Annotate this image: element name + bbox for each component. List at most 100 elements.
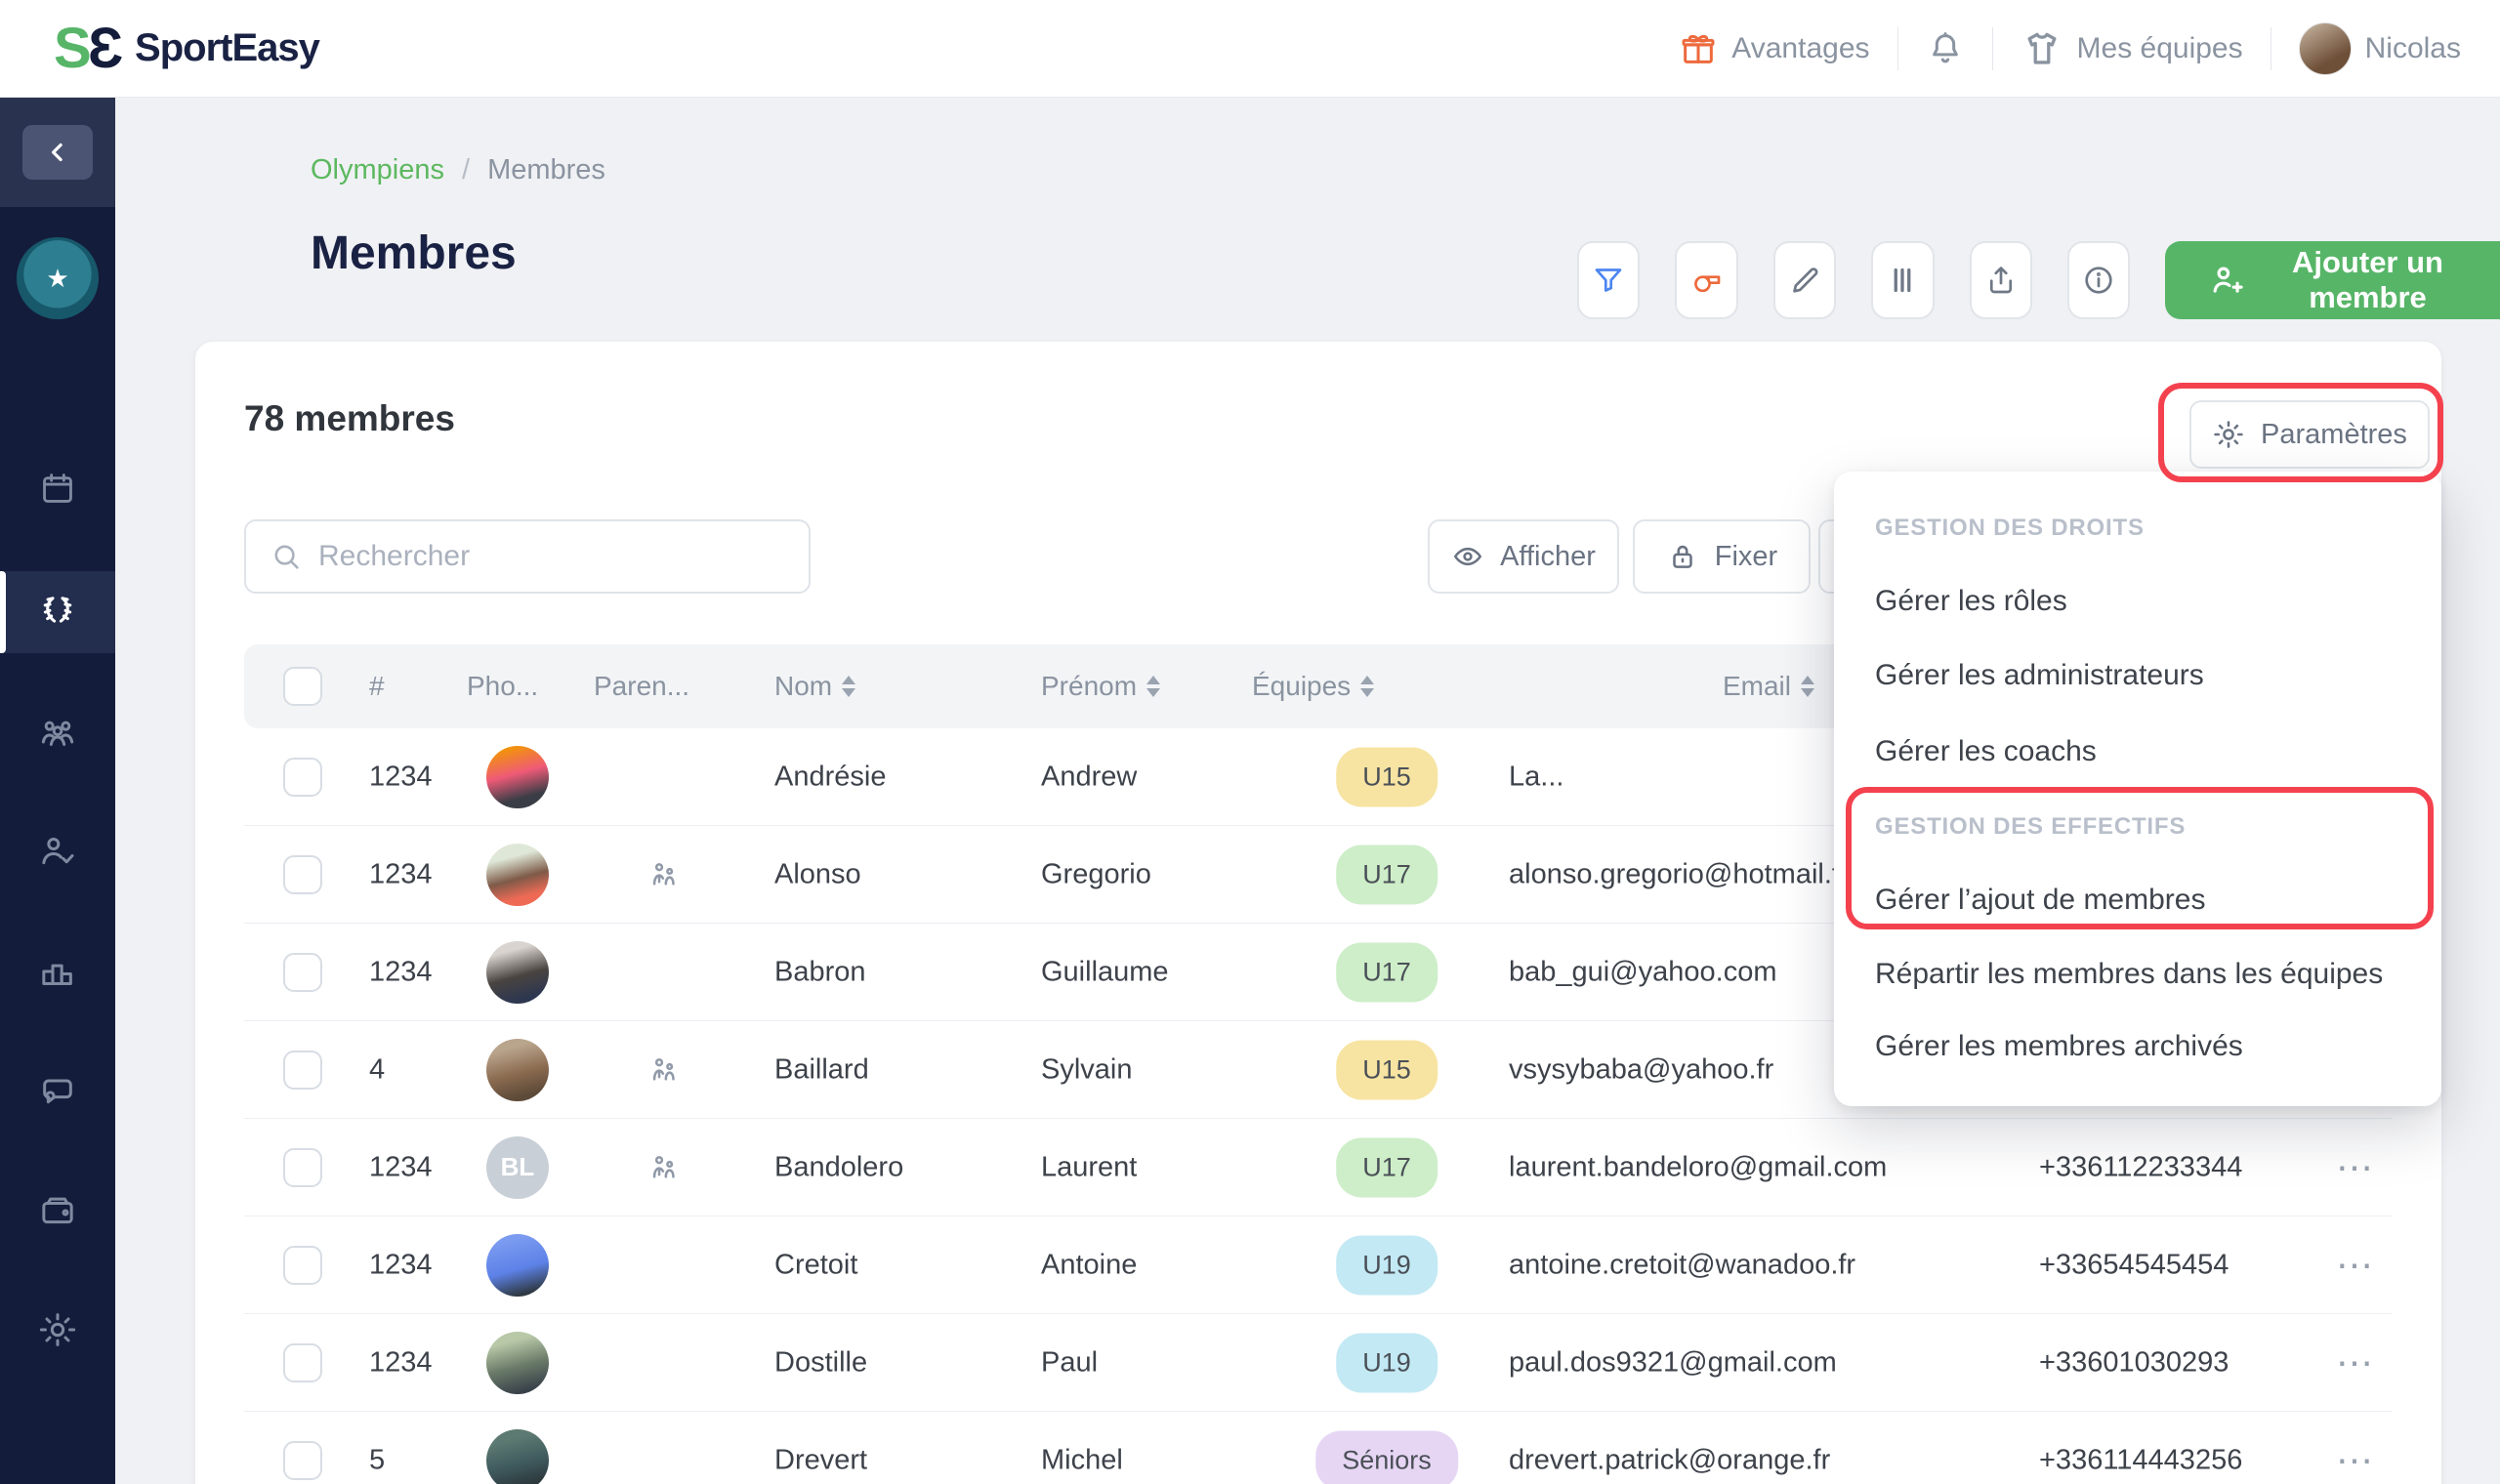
filter-button[interactable] xyxy=(1577,241,1640,319)
row-checkbox[interactable] xyxy=(283,758,322,797)
gift-icon xyxy=(1679,29,1718,68)
team-badge: U19 xyxy=(1336,1333,1438,1392)
gear-icon xyxy=(38,1310,77,1349)
brand-mark-s: S xyxy=(54,16,88,81)
avantages-link[interactable]: Avantages xyxy=(1679,29,1869,68)
table-row[interactable]: 1234 Dostille Paul U19 paul.dos9321@gmai… xyxy=(244,1314,2393,1412)
calendar-icon xyxy=(39,470,76,507)
header-email-sort[interactable]: Email xyxy=(1509,671,1814,702)
email: vsysybaba@yahoo.fr xyxy=(1509,1053,1773,1086)
sort-icon xyxy=(1801,676,1814,697)
club-logo[interactable]: ★ xyxy=(17,237,99,319)
search-box xyxy=(244,519,811,594)
brand-mark-e: Ɛ xyxy=(88,16,119,81)
avatar xyxy=(486,1039,549,1101)
search-input[interactable] xyxy=(318,540,785,573)
columns-button[interactable] xyxy=(1871,241,1934,319)
users-icon xyxy=(38,713,77,752)
first-name: Sylvain xyxy=(1041,1053,1133,1086)
last-name: Dostille xyxy=(774,1346,867,1379)
sidebar-item-members[interactable] xyxy=(0,571,115,653)
header-prenom-sort[interactable]: Prénom xyxy=(1041,671,1160,702)
divider xyxy=(1992,27,1993,70)
collapse-sidebar-button[interactable] xyxy=(22,125,93,180)
table-row[interactable]: 5 Drevert Michel Séniors drevert.patrick… xyxy=(244,1412,2393,1484)
team-badge: U15 xyxy=(1336,1040,1438,1099)
sidebar-top xyxy=(0,98,115,207)
fixer-button[interactable]: Fixer xyxy=(1633,519,1811,594)
header-nom-sort[interactable]: Nom xyxy=(774,671,855,702)
table-row[interactable]: 1234 BL Bandolero Laurent U17 laurent.ba… xyxy=(244,1119,2393,1216)
header-equipes-sort[interactable]: Équipes xyxy=(1252,671,1374,702)
brand-logo[interactable]: SƐ SportEasy xyxy=(54,16,319,81)
email: La... xyxy=(1509,761,1563,793)
table-row[interactable]: 1234 Cretoit Antoine U19 antoine.cretoit… xyxy=(244,1216,2393,1314)
breadcrumb-club-link[interactable]: Olympiens xyxy=(311,154,444,186)
menu-item[interactable]: Gérer les administrateurs xyxy=(1875,656,2412,695)
menu-item[interactable]: Répartir les membres dans les équipes xyxy=(1875,955,2412,994)
user-add-icon xyxy=(2208,262,2245,299)
laurel-icon xyxy=(38,593,77,632)
funnel-icon xyxy=(1591,263,1626,298)
row-actions-button[interactable]: ⋯ xyxy=(2336,1145,2373,1189)
menu-item[interactable]: Gérer les coachs xyxy=(1875,732,2412,771)
divider xyxy=(1897,27,1898,70)
avatar: BL xyxy=(486,1136,549,1199)
sidebar-item-calendar[interactable] xyxy=(0,447,115,529)
row-actions-button[interactable]: ⋯ xyxy=(2336,1340,2373,1384)
row-number: 1234 xyxy=(369,1151,433,1183)
members-count: 78 membres xyxy=(244,398,455,439)
afficher-button[interactable]: Afficher xyxy=(1428,519,1619,594)
first-name: Michel xyxy=(1041,1444,1123,1476)
team-badge: U15 xyxy=(1336,747,1438,806)
brand-mark: SƐ xyxy=(54,16,119,81)
parent-icon xyxy=(647,1053,681,1087)
first-name: Paul xyxy=(1041,1346,1098,1379)
mes-equipes-link[interactable]: Mes équipes xyxy=(2021,27,2243,70)
row-checkbox[interactable] xyxy=(283,1246,322,1285)
first-name: Andrew xyxy=(1041,761,1137,793)
user-avatar xyxy=(2299,22,2352,75)
select-all-checkbox[interactable] xyxy=(283,667,322,706)
row-checkbox[interactable] xyxy=(283,1148,322,1187)
row-checkbox[interactable] xyxy=(283,1441,322,1480)
menu-item[interactable]: Gérer les membres archivés xyxy=(1875,1027,2412,1066)
row-checkbox[interactable] xyxy=(283,1051,322,1090)
sidebar-item-messages[interactable] xyxy=(0,1050,115,1132)
row-checkbox[interactable] xyxy=(283,1343,322,1382)
user-name: Nicolas xyxy=(2365,32,2461,65)
parent-icon xyxy=(647,1151,681,1184)
menu-item[interactable]: Gérer les rôles xyxy=(1875,582,2412,621)
row-actions-button[interactable]: ⋯ xyxy=(2336,1438,2373,1482)
first-name: Guillaume xyxy=(1041,956,1169,988)
row-number: 1234 xyxy=(369,1346,433,1379)
jersey-icon xyxy=(2021,27,2063,70)
menu-item[interactable]: Gérer l’ajout de membres xyxy=(1875,881,2412,920)
parametres-dropdown-menu: GESTION DES DROITS Gérer les rôles Gérer l… xyxy=(1834,472,2441,1106)
last-name: Bandolero xyxy=(774,1151,903,1183)
export-button[interactable] xyxy=(1970,241,2032,319)
sidebar-item-teams[interactable] xyxy=(0,691,115,773)
last-name: Drevert xyxy=(774,1444,867,1476)
sidebar-item-coaching[interactable] xyxy=(0,810,115,892)
edit-button[interactable] xyxy=(1773,241,1836,319)
menu-section-header: GESTION DES DROITS xyxy=(1875,509,2412,548)
info-button[interactable] xyxy=(2067,241,2130,319)
whistle-button[interactable] xyxy=(1675,241,1737,319)
row-checkbox[interactable] xyxy=(283,855,322,894)
sidebar-item-settings[interactable] xyxy=(0,1289,115,1371)
brand-name: SportEasy xyxy=(135,26,319,70)
whistle-icon xyxy=(1689,263,1725,298)
parametres-button[interactable]: Paramètres xyxy=(2189,400,2430,469)
header-parent: Paren... xyxy=(594,671,689,702)
team-badge: U19 xyxy=(1336,1235,1438,1295)
row-actions-button[interactable]: ⋯ xyxy=(2336,1243,2373,1287)
row-number: 1234 xyxy=(369,956,433,988)
user-menu[interactable]: Nicolas xyxy=(2299,22,2461,75)
notifications-button[interactable] xyxy=(1926,29,1965,68)
sidebar-item-finance[interactable] xyxy=(0,1170,115,1252)
add-member-button[interactable]: Ajouter un membre xyxy=(2165,241,2500,319)
sidebar-item-statistics[interactable] xyxy=(0,930,115,1012)
email: alonso.gregorio@hotmail.fr xyxy=(1509,858,1850,890)
row-checkbox[interactable] xyxy=(283,953,322,992)
